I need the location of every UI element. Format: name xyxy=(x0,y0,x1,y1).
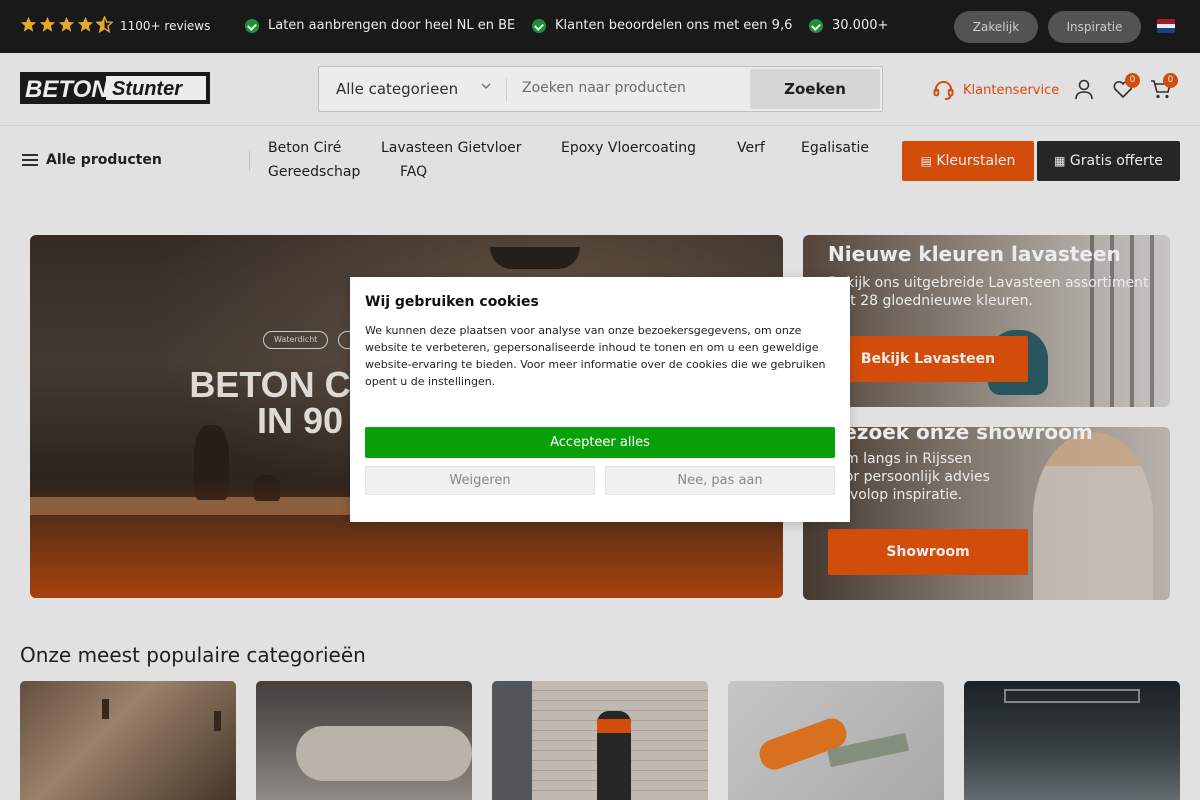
customize-button[interactable]: Nee, pas aan xyxy=(605,466,835,495)
reject-button[interactable]: Weigeren xyxy=(365,466,595,495)
cookie-title: Wij gebruiken cookies xyxy=(365,294,539,310)
cookie-text: We kunnen deze plaatsen voor analyse van… xyxy=(365,324,826,388)
cookie-dialog: Wij gebruiken cookies We kunnen deze pla… xyxy=(350,277,850,522)
accept-all-button[interactable]: Accepteer alles xyxy=(365,427,835,458)
